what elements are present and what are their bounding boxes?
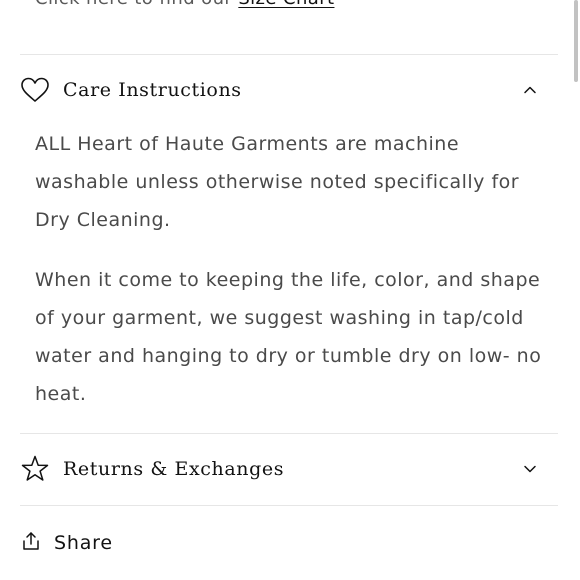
heart-icon bbox=[20, 75, 50, 105]
chevron-down-icon[interactable] bbox=[522, 461, 538, 477]
accordion-care-instructions-title: Care Instructions bbox=[63, 79, 242, 101]
share-label: Share bbox=[54, 532, 113, 554]
divider bbox=[20, 54, 558, 55]
care-paragraph: ALL Heart of Haute Garments are machine … bbox=[35, 133, 520, 231]
accordion-returns-exchanges[interactable]: Returns & Exchanges bbox=[20, 449, 558, 489]
chevron-up-icon[interactable] bbox=[522, 82, 538, 98]
scrollbar[interactable] bbox=[574, 0, 578, 82]
divider bbox=[20, 433, 558, 434]
share-button[interactable]: Share bbox=[20, 528, 113, 558]
divider bbox=[20, 505, 558, 506]
care-paragraph: When it come to keeping the life, color,… bbox=[35, 269, 542, 405]
size-chart-link[interactable]: Size Chart bbox=[238, 0, 334, 9]
accordion-care-instructions[interactable]: Care Instructions bbox=[20, 70, 558, 110]
size-chart-prefix: Click here to find our bbox=[35, 0, 238, 9]
accordion-returns-exchanges-title: Returns & Exchanges bbox=[63, 458, 285, 480]
share-icon bbox=[20, 530, 42, 557]
product-info-panel: Click here to find our Size Chart Care I… bbox=[0, 0, 580, 580]
size-chart-text: Click here to find our Size Chart bbox=[35, 0, 334, 9]
star-icon bbox=[20, 454, 50, 484]
care-instructions-content: ALL Heart of Haute Garments are machine … bbox=[35, 125, 550, 413]
